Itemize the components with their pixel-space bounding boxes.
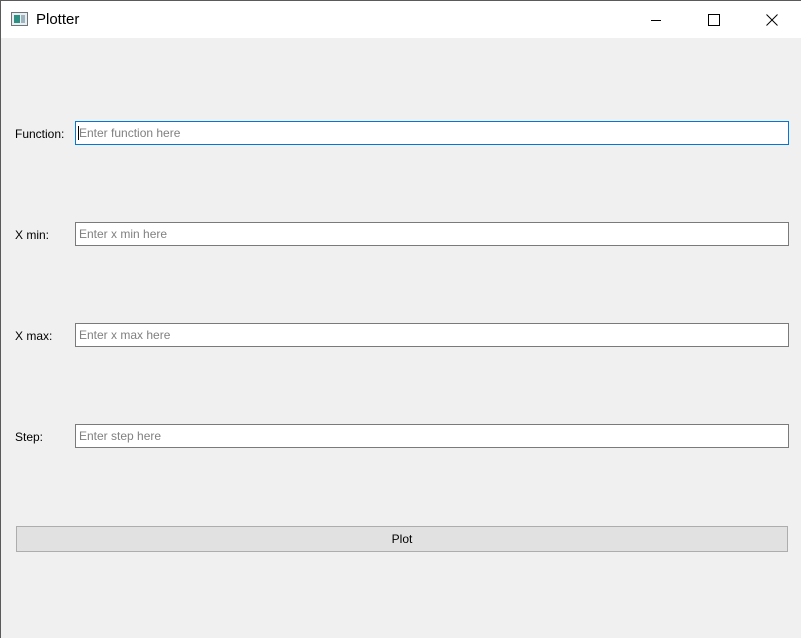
step-label: Step: xyxy=(15,430,44,444)
x-min-input[interactable] xyxy=(75,222,789,246)
x-max-label: X max: xyxy=(15,329,53,343)
x-min-label: X min: xyxy=(15,228,50,242)
maximize-button[interactable] xyxy=(685,1,743,38)
title-bar[interactable]: Plotter xyxy=(1,0,801,38)
function-label: Function: xyxy=(15,127,65,141)
close-icon xyxy=(766,13,778,26)
text-caret xyxy=(78,126,79,140)
plot-button[interactable]: Plot xyxy=(16,526,788,552)
close-button[interactable] xyxy=(743,1,801,38)
plotter-window: Plotter Function: X min: X max: Step: Pl… xyxy=(0,0,801,638)
function-input[interactable] xyxy=(75,121,789,145)
application-window-icon xyxy=(11,12,28,26)
x-max-input[interactable] xyxy=(75,323,789,347)
window-title: Plotter xyxy=(36,11,80,28)
step-input[interactable] xyxy=(75,424,789,448)
minimize-icon xyxy=(651,19,661,21)
maximize-icon xyxy=(708,13,720,26)
minimize-button[interactable] xyxy=(627,1,685,38)
